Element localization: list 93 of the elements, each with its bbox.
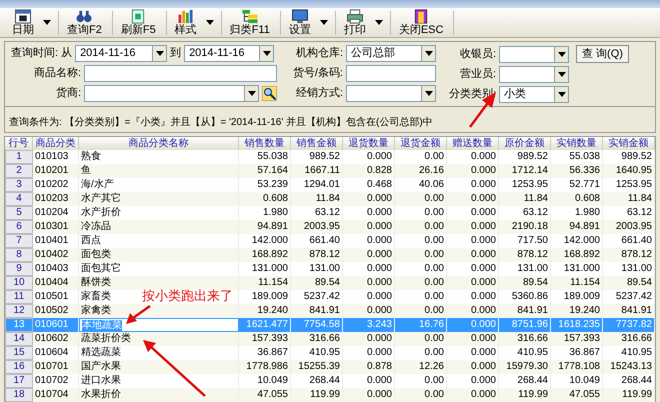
table-row[interactable]: 10 010404 酥饼类 11.154 89.54 0.000 0.00 0.000 89.54 11.154 89.54 [5,276,655,290]
field-label: 营业员: [458,67,496,82]
table-row[interactable]: 16 010701 国产水果 1778.986 15255.39 0.878 12.26 0.000 15979.30 1778.108 15243.13 [5,360,655,374]
field-label: 货号/条码: [292,66,343,82]
arrow [143,340,206,397]
field-label: 经销方式: [294,86,343,102]
field-label: 到 [170,46,182,62]
search-icon[interactable] [262,86,277,101]
row-number: 10 [5,276,33,290]
field-label: 货商: [54,86,81,102]
table-cell: 0.00 [395,388,447,402]
row-number: 2 [5,164,33,178]
dealer-field[interactable] [346,85,436,102]
category-field[interactable]: 小类 [499,86,569,103]
toolbar-button[interactable]: 刷新F5 [114,9,162,36]
caret-icon [248,91,256,96]
row-number: 8 [5,248,33,262]
table-row[interactable]: 17 010702 进口水果 10.049 268.44 0.000 0.00 0.000 268.44 10.049 268.44 [5,374,655,388]
clerk-field[interactable] [499,66,569,83]
table-row[interactable]: 3 010202 海/水产 53.239 1294.01 0.468 40.06 0.000 1253.95 52.771 1253.95 [5,178,655,192]
monitor-icon [290,9,309,24]
field-label: 从 [61,46,72,62]
row-number: 1 [5,150,33,164]
field-label: 查询时间: [11,46,58,62]
tree-icon [240,9,259,24]
from-date-field[interactable]: 2014-11-16 [75,45,168,62]
table-cell: 119.99 [603,388,655,402]
table-cell: 010704 [33,388,79,402]
table-row[interactable]: 12 010502 家禽类 19.240 841.91 0.000 0.00 0.000 841.91 19.240 841.91 [5,304,655,318]
row-number: 12 [5,304,33,318]
warehouse-field[interactable]: 公司总部 [346,45,436,62]
field-label: 机构仓库: [294,46,343,62]
row-number: 7 [5,234,33,248]
row-number: 3 [5,178,33,192]
table-row[interactable]: 5 010204 水产折价 1.980 63.12 0.000 0.00 0.000 63.12 1.980 63.12 [5,206,655,220]
bar-chart-icon [176,9,195,24]
caret-icon [424,51,432,56]
search-button[interactable]: 查 询(Q) [576,45,629,63]
printer-icon [346,9,364,24]
table-cell: 水果折价 [79,388,239,402]
table-cell: 0.000 [343,388,395,402]
row-number: 15 [5,346,33,360]
caret-icon [558,52,566,56]
toolbar-button[interactable]: 关闭ESC [392,9,450,36]
caret-icon [156,51,164,56]
toolbar-button[interactable]: 归类F11 [224,9,276,36]
table-cell: 47.055 [239,388,291,402]
table-row[interactable]: 6 010301 冷冻品 94.891 2003.95 0.000 0.00 0.000 2190.18 94.891 2003.95 [5,220,655,234]
table-row[interactable]: 7 010401 西点 142.000 661.40 0.000 0.00 0.000 717.50 142.000 661.40 [5,234,655,248]
row-number: 4 [5,192,33,206]
caret-icon [424,91,432,96]
table-row[interactable]: 14 010602 蔬菜折价类 157.393 316.66 0.000 0.00 0.000 316.66 157.393 316.66 [5,332,655,346]
row-number: 13 [5,318,33,332]
table-row[interactable]: 4 010203 水产其它 0.608 11.84 0.000 0.00 0.000 11.84 0.608 11.84 [5,192,655,206]
table-row[interactable]: 18 010704 水果折价 47.055 119.99 0.000 0.00 0.000 119.99 47.055 119.99 [5,388,655,402]
table-cell: 47.055 [551,388,603,402]
table-row[interactable]: 1 010103 熟食 55.038 989.52 0.000 0.00 0.000 989.52 55.038 989.52 [5,150,655,164]
row-number: 14 [5,332,33,346]
row-number: 17 [5,374,33,388]
document-icon [130,9,146,24]
table-row[interactable]: 9 010403 面包其它 131.000 131.00 0.000 0.00 0.000 131.00 131.000 131.00 [5,262,655,276]
toolbar-button[interactable]: 设置 [282,9,317,36]
toolbar-button[interactable]: 查询F2 [61,9,108,36]
annotation-text: 按小类跑出来了 [142,288,233,303]
binoculars-icon [75,9,94,24]
input-field[interactable] [346,65,436,82]
row-number: 5 [5,206,33,220]
calendar-icon [14,9,32,24]
arrow [126,304,151,324]
field-label: 收银员: [458,46,496,62]
caret-icon [558,72,566,77]
row-number: 18 [5,388,33,402]
table-row[interactable]: 8 010402 面包类 168.892 878.12 0.000 0.00 0.000 878.12 168.892 878.12 [5,248,655,262]
cashier-field[interactable] [499,46,569,62]
table-row[interactable]: 2 010201 鱼 57.164 1667.11 0.828 26.16 0.000 1712.14 56.336 1640.95 [5,164,655,178]
table-cell: 119.99 [499,388,551,402]
supplier-field[interactable] [84,85,259,102]
to-date-field[interactable]: 2014-11-16 [184,45,274,62]
caret-icon [558,92,566,97]
toolbar-button[interactable]: 日期 [6,9,40,36]
row-number: 11 [5,290,33,304]
query-condition: 查询条件为: 【分类类别】=『小类』并且【从】= '2014-11-16' 并且【机构】包含在(公司总部)中 [9,117,433,128]
toolbar-button[interactable]: 打印 [338,9,372,36]
table-cell: 0.000 [447,388,499,402]
row-number: 9 [5,262,33,276]
row-number: 16 [5,360,33,374]
input-field[interactable] [84,65,277,82]
row-number: 6 [5,220,33,234]
field-label: 商品名称: [32,66,81,82]
caret-icon [262,51,271,56]
table-cell: 119.99 [291,388,343,402]
table-row[interactable]: 15 010604 精选蔬菜 36.867 410.95 0.000 0.00 0.000 410.95 36.867 410.95 [5,346,655,360]
toolbar-button[interactable]: 样式 [168,9,203,36]
